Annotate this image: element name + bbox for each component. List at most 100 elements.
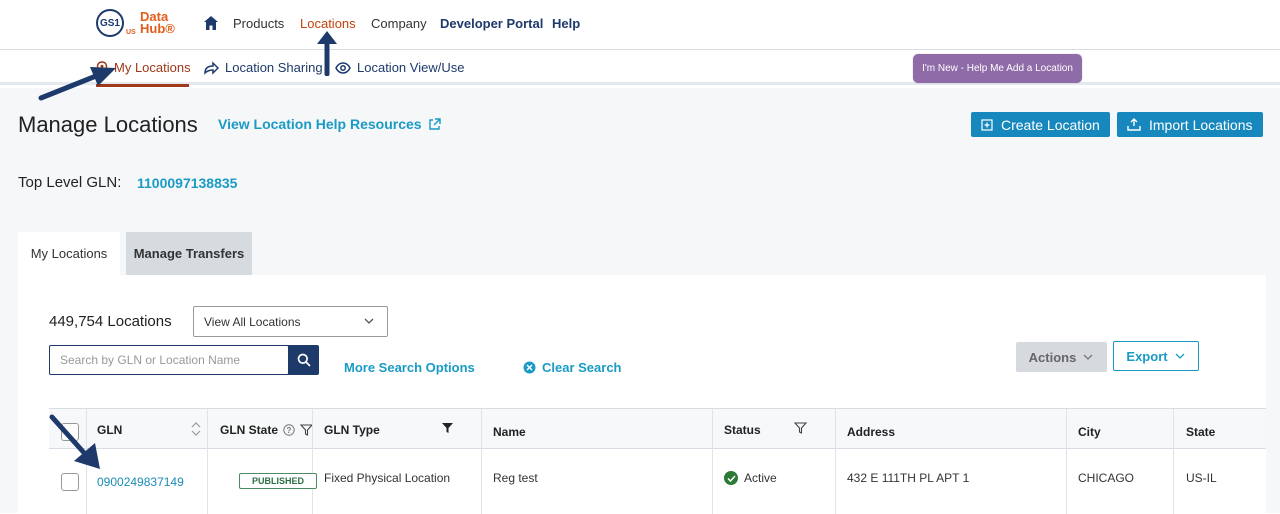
logo-mark-text: GS1	[99, 17, 120, 29]
header-gln-state: GLN State ?	[220, 423, 314, 437]
more-search-options-link[interactable]: More Search Options	[344, 360, 475, 375]
column-divider	[86, 409, 87, 514]
subnav-my-locations[interactable]: My Locations	[96, 60, 191, 75]
create-location-label: Create Location	[1001, 116, 1100, 133]
chevron-down-icon	[364, 318, 374, 324]
header-address: Address	[847, 425, 895, 439]
header-state-label: State	[1186, 425, 1216, 439]
chevron-down-icon	[1175, 353, 1185, 359]
view-locations-select[interactable]: View All Locations	[193, 306, 388, 337]
sort-icon[interactable]	[190, 422, 202, 436]
logo-region-text: US	[126, 29, 136, 36]
select-all-checkbox[interactable]	[61, 423, 79, 441]
gln-state-badge: PUBLISHED	[239, 473, 317, 489]
nav-developer-portal[interactable]: Developer Portal	[440, 16, 543, 31]
column-divider	[312, 409, 313, 514]
nav-help[interactable]: Help	[552, 16, 580, 31]
clear-icon	[523, 361, 536, 374]
eye-icon	[335, 61, 351, 74]
logo-text: Data Hub®	[140, 10, 175, 36]
home-icon[interactable]	[203, 15, 219, 31]
subnav-location-sharing-label: Location Sharing	[225, 60, 323, 75]
actions-button[interactable]: Actions	[1016, 342, 1107, 372]
header-gln-type-label: GLN Type	[324, 423, 380, 437]
share-icon	[204, 60, 219, 75]
row-gln-link[interactable]: 0900249837149	[97, 475, 184, 489]
row-checkbox[interactable]	[61, 473, 79, 491]
tab-my-locations[interactable]: My Locations	[18, 232, 120, 275]
column-divider	[712, 409, 713, 514]
header-gln-state-label: GLN State	[220, 423, 279, 437]
header-name-label: Name	[493, 425, 526, 439]
clear-search-link[interactable]: Clear Search	[523, 360, 622, 375]
plus-square-icon	[981, 118, 993, 131]
top-navigation: GS1 US Data Hub® Products Locations Compa…	[0, 0, 1280, 50]
tab-manage-transfers[interactable]: Manage Transfers	[126, 232, 252, 275]
select-value: View All Locations	[204, 314, 301, 329]
location-pin-icon	[96, 60, 108, 75]
gs1-logo-icon: GS1	[96, 9, 124, 37]
header-gln-label: GLN	[97, 423, 123, 437]
checkmark-circle-icon	[724, 471, 738, 485]
filter-active-icon[interactable]	[441, 422, 454, 434]
column-divider	[835, 409, 836, 514]
column-divider	[481, 409, 482, 514]
subnav-location-sharing[interactable]: Location Sharing	[203, 60, 323, 75]
subnav-my-locations-label: My Locations	[114, 60, 191, 75]
location-help-resources-link[interactable]: View Location Help Resources	[218, 116, 441, 132]
row-status: Active	[724, 471, 777, 485]
top-level-gln-label: Top Level GLN:	[18, 174, 122, 191]
import-locations-label: Import Locations	[1149, 116, 1253, 133]
logo-text-hub: Hub®	[140, 21, 175, 36]
search-button[interactable]	[288, 345, 319, 375]
nav-products[interactable]: Products	[233, 16, 284, 31]
header-status-label: Status	[724, 423, 761, 437]
nav-company[interactable]: Company	[371, 16, 427, 31]
row-city: CHICAGO	[1078, 471, 1135, 485]
header-name: Name	[493, 425, 526, 439]
header-state: State	[1186, 425, 1215, 439]
column-divider	[1173, 409, 1174, 514]
help-me-add-location-button[interactable]: I'm New - Help Me Add a Location	[913, 54, 1082, 83]
main-content: Manage Locations View Location Help Reso…	[0, 88, 1280, 514]
header-gln-type: GLN Type	[324, 423, 380, 437]
page-title: Manage Locations	[18, 112, 198, 137]
header-city-label: City	[1078, 425, 1101, 439]
row-status-label: Active	[744, 471, 777, 485]
search-input[interactable]: Search by GLN or Location Name	[49, 345, 289, 375]
search-placeholder: Search by GLN or Location Name	[60, 353, 241, 367]
table-header: GLN GLN State ? GLN Type Name Status Add…	[49, 409, 1266, 449]
nav-locations[interactable]: Locations	[300, 16, 356, 31]
search-icon	[297, 353, 311, 367]
svg-text:?: ?	[287, 426, 292, 435]
chevron-down-icon	[1083, 354, 1093, 360]
active-subnav-underline	[96, 84, 189, 87]
row-state: US-IL	[1186, 471, 1217, 485]
external-link-icon	[428, 117, 441, 130]
upload-icon	[1127, 118, 1141, 131]
row-name: Reg test	[493, 471, 538, 485]
clear-search-label: Clear Search	[542, 360, 622, 375]
export-button[interactable]: Export	[1113, 341, 1199, 371]
header-city: City	[1078, 425, 1101, 439]
filter-icon[interactable]	[794, 422, 807, 434]
header-gln[interactable]: GLN	[97, 423, 122, 437]
help-circle-icon[interactable]: ?	[283, 424, 295, 436]
row-gln-type: Fixed Physical Location	[324, 471, 451, 485]
gs1-data-hub-logo[interactable]: GS1 US Data Hub®	[96, 9, 176, 39]
column-divider	[207, 409, 208, 514]
create-location-button[interactable]: Create Location	[971, 112, 1110, 137]
locations-panel: 449,754 Locations View All Locations Sea…	[18, 275, 1266, 514]
top-level-gln-value[interactable]: 1100097138835	[137, 175, 237, 191]
subnav-location-view-label: Location View/Use	[357, 60, 465, 75]
actions-label: Actions	[1028, 349, 1077, 365]
help-link-label: View Location Help Resources	[218, 116, 422, 132]
locations-table: GLN GLN State ? GLN Type Name Status Add…	[49, 408, 1266, 514]
subnav-location-view[interactable]: Location View/Use	[335, 60, 464, 75]
import-locations-button[interactable]: Import Locations	[1117, 112, 1263, 137]
header-address-label: Address	[847, 425, 896, 439]
header-status: Status	[724, 423, 761, 437]
row-address: 432 E 111TH PL APT 1	[847, 471, 970, 485]
export-label: Export	[1126, 348, 1168, 364]
sub-navigation: My Locations Location Sharing Location V…	[0, 50, 1280, 85]
